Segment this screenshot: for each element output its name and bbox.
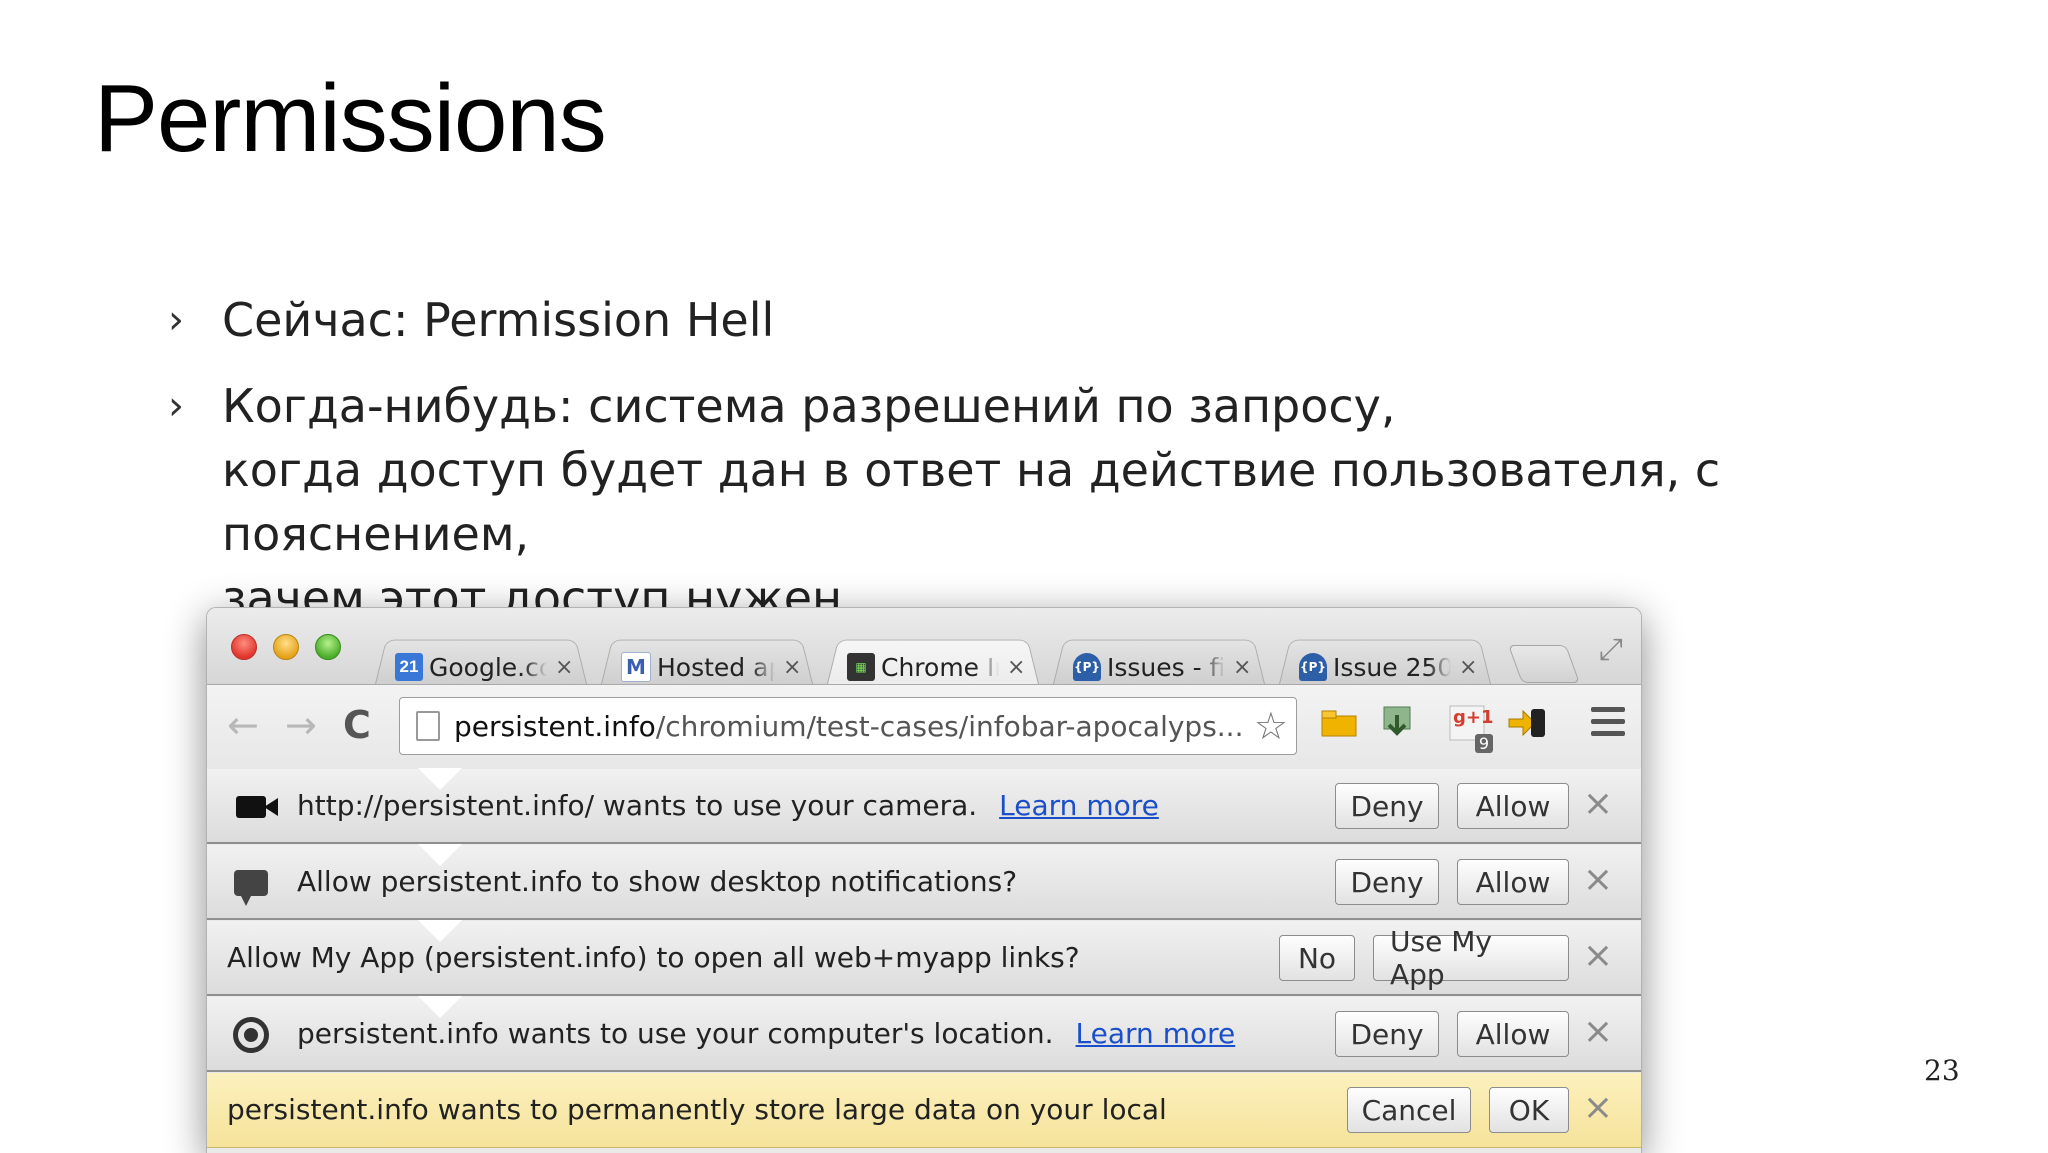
project-icon: {P} (1073, 653, 1101, 681)
tab-label: Chrome Infobars (881, 652, 999, 682)
infobar-message: persistent.info wants to use your comput… (297, 1017, 1235, 1050)
deny-button[interactable]: Deny (1335, 783, 1439, 829)
gmail-icon: M (621, 652, 651, 682)
bullet-marker: › (168, 383, 184, 429)
address-bar[interactable]: persistent.info /chromium/test-cases/inf… (399, 697, 1297, 755)
ok-button[interactable]: OK (1489, 1087, 1569, 1133)
close-icon[interactable]: × (555, 655, 573, 680)
close-icon[interactable]: × (1007, 655, 1025, 680)
close-icon[interactable]: × (1583, 1011, 1613, 1052)
zoom-window-button[interactable] (315, 634, 341, 660)
project-icon: {P} (1299, 653, 1327, 681)
location-target-icon (229, 1013, 273, 1057)
tab-chrome-infobars-content: ▦ Chrome Infobars × (847, 648, 1025, 686)
page-icon (416, 711, 440, 741)
close-icon[interactable]: × (1583, 935, 1613, 976)
infobar-arrow (418, 996, 462, 1018)
tab-hosted-apps-content: M Hosted apps × (621, 648, 801, 686)
learn-more-link[interactable]: Learn more (1076, 1017, 1236, 1050)
forward-button[interactable]: → (285, 705, 317, 745)
tab-label: Issues - fix (1107, 652, 1225, 682)
infobar-text: Allow My App (persistent.info) to open a… (227, 941, 1080, 974)
learn-more-link[interactable]: Learn more (999, 789, 1159, 822)
menu-icon[interactable] (1591, 707, 1625, 743)
storage-infobar: persistent.info wants to permanently sto… (207, 1073, 1641, 1148)
infobar-arrow (418, 920, 462, 942)
allow-button[interactable]: Allow (1457, 859, 1569, 905)
gplus-extension-icon[interactable]: g+1 9 (1447, 701, 1494, 753)
close-icon[interactable]: × (1583, 859, 1613, 900)
tab-issues-content: {P} Issues - fix × (1073, 648, 1251, 686)
tab-label: Issue 25071 (1333, 652, 1451, 682)
bullet-marker: › (168, 297, 184, 343)
deny-button[interactable]: Deny (1335, 1011, 1439, 1057)
gplus-text: g+1 (1453, 707, 1494, 728)
camera-infobar: http://persistent.info/ wants to use you… (207, 768, 1641, 844)
infobar-text: persistent.info wants to permanently sto… (227, 1093, 1167, 1126)
close-icon[interactable]: × (1233, 655, 1251, 680)
location-infobar: persistent.info wants to use your comput… (207, 996, 1641, 1072)
close-icon[interactable]: × (1583, 1087, 1613, 1128)
infobar-arrow (418, 844, 462, 866)
infobar-message: http://persistent.info/ wants to use you… (297, 789, 1159, 822)
close-window-button[interactable] (231, 634, 257, 660)
terminal-icon: ▦ (847, 653, 875, 681)
star-icon[interactable]: ☆ (1254, 704, 1288, 748)
notification-bubble-icon (229, 861, 273, 906)
tab-strip: 21 Google.com × M Hosted apps × ▦ Chrome… (207, 608, 1641, 684)
new-tab-button[interactable] (1508, 645, 1580, 683)
url-path: /chromium/test-cases/infobar-apocalyps..… (655, 709, 1244, 743)
allow-button[interactable]: Allow (1457, 1011, 1569, 1057)
notification-badge: 9 (1474, 734, 1493, 753)
download-extension-icon[interactable] (1377, 701, 1417, 745)
slide-title: Permissions (94, 65, 607, 172)
fullscreen-icon[interactable]: ⤢ (1599, 632, 1623, 667)
notifications-infobar: Allow persistent.info to show desktop no… (207, 844, 1641, 920)
tab-label: Hosted apps (657, 652, 775, 682)
protocol-handler-infobar: Allow My App (persistent.info) to open a… (207, 920, 1641, 996)
bullet-item: › Сейчас: Permission Hell (168, 288, 1968, 352)
infobar-text: http://persistent.info/ wants to use you… (297, 789, 978, 822)
browser-window: 21 Google.com × M Hosted apps × ▦ Chrome… (206, 607, 1642, 1153)
infobar-text: Allow persistent.info to show desktop no… (297, 865, 1018, 898)
camera-icon (229, 785, 278, 829)
url-host: persistent.info (454, 709, 656, 743)
send-to-phone-icon[interactable] (1507, 701, 1547, 745)
no-button[interactable]: No (1279, 935, 1355, 981)
bullet-text-now: Сейчас: Permission Hell (222, 293, 775, 347)
bullet-text-future: Когда-нибудь: система разрешений по запр… (222, 379, 1721, 625)
tab-label: Google.com (429, 652, 547, 682)
back-button[interactable]: ← (227, 705, 259, 745)
folder-extension-icon[interactable] (1319, 701, 1359, 745)
tab-google-content: 21 Google.com × (395, 648, 573, 686)
page-number: 23 (1924, 1054, 1960, 1087)
browser-toolbar: ← → C persistent.info /chromium/test-cas… (207, 684, 1641, 770)
reload-button[interactable]: C (343, 705, 371, 745)
deny-button[interactable]: Deny (1335, 859, 1439, 905)
close-icon[interactable]: × (783, 655, 801, 680)
infobar-arrow (418, 768, 462, 790)
close-icon[interactable]: × (1583, 783, 1613, 824)
close-icon[interactable]: × (1459, 655, 1477, 680)
tab-issue-number-content: {P} Issue 25071 × (1299, 648, 1477, 686)
bullet-list: › Сейчас: Permission Hell › Когда-нибудь… (168, 288, 1968, 630)
calendar-icon: 21 (395, 653, 423, 681)
allow-button[interactable]: Allow (1457, 783, 1569, 829)
minimize-window-button[interactable] (273, 634, 299, 660)
infobar-text: persistent.info wants to use your comput… (297, 1017, 1054, 1050)
use-my-app-button[interactable]: Use My App (1373, 925, 1569, 991)
bullet-item: › Когда-нибудь: система разрешений по за… (168, 374, 1968, 630)
cancel-button[interactable]: Cancel (1347, 1087, 1471, 1133)
